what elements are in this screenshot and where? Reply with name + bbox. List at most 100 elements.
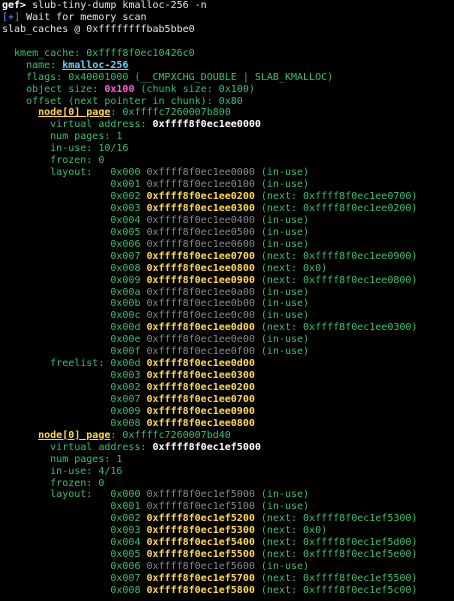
terminal-line: 0x00c 0xffff8f0ec1ee0c00 (in-use) (2, 310, 454, 322)
terminal-line: 0x00e 0xffff8f0ec1ee0e00 (in-use) (2, 334, 454, 346)
terminal-text-segment: frozen: 0 (2, 155, 105, 167)
terminal-text-segment: 0x006 (2, 238, 147, 250)
terminal-text-segment: gef> (2, 0, 33, 11)
terminal-text-segment: (next: 0xffff8f0ec1ee0900) (254, 250, 418, 262)
terminal-line: 0x009 0xffff8f0ec1ee0900 (2, 406, 454, 418)
terminal-text-segment: (next: 0xffff8f0ec1ee0700) (254, 191, 418, 202)
terminal-text-segment: freelist: 0x00d (2, 358, 147, 370)
terminal-text-segment: 0xffff8f0ec1ee0800 (146, 262, 255, 274)
terminal-text-segment: 0x006 (2, 561, 147, 573)
terminal-text-segment: 0x002 (2, 513, 147, 525)
terminal-text-segment: (next: 0x0) (254, 262, 328, 274)
terminal-text-segment: offset (next pointer in chunk): 0x80 (2, 95, 243, 107)
terminal-text-segment: 0xffff8f0ec1ee0c00 (146, 310, 255, 322)
terminal-text-segment: 0x000 (110, 167, 147, 179)
terminal-line: 0x003 0xffff8f0ec1ee0300 (2, 370, 454, 382)
terminal-line: num pages: 1 (2, 454, 454, 466)
terminal-text-segment: 0xffff8f0ec1ef5000 (152, 441, 261, 453)
terminal-text-segment: (next: 0xffff8f0ec1ef5e00) (254, 549, 418, 561)
terminal-line: 0x007 0xffff8f0ec1ef5700 (next: 0xffff8f… (2, 573, 454, 585)
terminal-line: 0x007 0xffff8f0ec1ee0700 (next: 0xffff8f… (2, 251, 454, 263)
terminal-line: num pages: 1 (2, 131, 454, 143)
terminal-line: 0x00b 0xffff8f0ec1ee0b00 (in-use) (2, 298, 454, 310)
terminal-text-segment: 0xffff8f0ec1ee0a00 (146, 286, 255, 298)
terminal-text-segment: name: (2, 59, 63, 71)
terminal-text-segment: num pages: 1 (2, 131, 123, 143)
terminal-text-segment: 0x005 (2, 226, 147, 238)
terminal-text-segment: 0x008 (2, 584, 147, 596)
terminal-text-segment: 0x001 (2, 501, 147, 513)
terminal-output: gef> slub-tiny-dump kmalloc-256 -n [+] Wa… (2, 0, 454, 601)
terminal-line: 0x002 0xffff8f0ec1ef5200 (next: 0xffff8f… (2, 513, 454, 525)
terminal-text-segment: 0xffff8f0ec1ee0d00 (146, 358, 255, 370)
terminal-text-segment: (chunk size: 0x100) (134, 83, 255, 95)
terminal-text-segment: 0x00d (2, 322, 147, 334)
terminal-text-segment: 0x002 (2, 382, 147, 393)
terminal-text-segment: 0x007 (2, 393, 147, 405)
terminal-text-segment: 0xffff8f0ec1ee0000 (146, 167, 255, 179)
terminal-text-segment: 0xffff8f0ec1ee0f00 (146, 346, 255, 358)
terminal-text-segment: 0xffff8f0ec1ee0100 (146, 179, 255, 191)
terminal-text-segment: 0x00f (2, 346, 147, 358)
terminal-text-segment: 0x00b (2, 298, 147, 310)
terminal-line: node[0] page: 0xffffc7260007bd40 (2, 430, 454, 442)
terminal-line: 0x003 0xffff8f0ec1ef5300 (next: 0x0) (2, 525, 454, 537)
terminal-line: 0x004 0xffff8f0ec1ef5400 (next: 0xffff8f… (2, 537, 454, 549)
terminal-text-segment: 0xffff8f0ec1ee0700 (146, 393, 255, 405)
terminal-text-segment: slub-tiny-dump kmalloc-256 -n (32, 0, 207, 11)
terminal-text-segment: 0xffff8f0ec1ee0e00 (146, 334, 255, 346)
terminal-text-segment: layout: (2, 489, 111, 501)
terminal-text-segment: 0x00c (2, 310, 147, 322)
terminal-line: 0x001 0xffff8f0ec1ef5100 (in-use) (2, 501, 454, 513)
terminal-line: frozen: 0 (2, 155, 454, 167)
terminal-text-segment: 0xffff8f0ec1ee0300 (146, 202, 255, 214)
terminal-line: frozen: 0 (2, 478, 454, 490)
terminal-line: in-use: 10/16 (2, 143, 454, 155)
terminal-text-segment: slab_caches @ 0xffffffffbab5bbe0 (2, 23, 195, 35)
terminal-text-segment: virtual address: (2, 119, 153, 131)
terminal-text-segment: (in-use) (254, 179, 310, 191)
terminal-text-segment: 0x100 (104, 83, 135, 95)
terminal-text-segment: (in-use) (254, 238, 310, 250)
terminal-line: 0x002 0xffff8f0ec1ee0200 (2, 382, 454, 394)
terminal-text-segment: 0xffff8f0ec1ef5200 (146, 513, 255, 525)
terminal-line: 0x009 0xffff8f0ec1ee0900 (next: 0xffff8f… (2, 275, 454, 287)
terminal-line: 0x005 0xffff8f0ec1ef5500 (next: 0xffff8f… (2, 549, 454, 561)
terminal-text-segment: (next: 0xffff8f0ec1ef5300) (254, 513, 418, 525)
terminal-text-segment: (in-use) (254, 167, 310, 179)
terminal-text-segment: : 0xffffc7260007b800 (110, 107, 231, 119)
terminal-text-segment: 0x001 (2, 179, 147, 191)
terminal-text-segment: 0x004 (2, 537, 147, 549)
terminal-text-segment: (in-use) (254, 286, 310, 298)
terminal-text-segment: (in-use) (254, 310, 310, 322)
terminal-text-segment: in-use: 10/16 (2, 143, 129, 155)
terminal-text-segment: (in-use) (254, 334, 310, 346)
terminal-line: in-use: 4/16 (2, 466, 454, 478)
terminal-text-segment: 0xffff8f0ec1ee0200 (146, 191, 255, 202)
terminal-text-segment: [+] (2, 11, 21, 23)
terminal-text-segment: node[0] page (38, 107, 111, 119)
terminal-line: 0x005 0xffff8f0ec1ee0500 (in-use) (2, 227, 454, 239)
terminal-text-segment: frozen: 0 (2, 477, 105, 489)
terminal-text-segment: (next: 0xffff8f0ec1ef5d00) (254, 537, 418, 549)
terminal-line: 0x004 0xffff8f0ec1ee0400 (in-use) (2, 215, 454, 227)
terminal-line: [+] Wait for memory scan (2, 12, 454, 24)
terminal-text-segment: 0xffff8f0ec1ee0900 (146, 274, 255, 286)
terminal-text-segment: (next: 0xffff8f0ec1ef5c00) (254, 584, 418, 596)
terminal-line: 0x006 0xffff8f0ec1ee0600 (in-use) (2, 239, 454, 251)
terminal-text-segment: 0xffff8f0ec1ef5000 (146, 489, 255, 501)
terminal-line: gef> slub-tiny-dump kmalloc-256 -n (2, 0, 454, 12)
terminal-text-segment: Wait for memory scan (20, 11, 147, 23)
terminal-text-segment: 0xffff8f0ec1ee0400 (146, 214, 255, 226)
terminal-line: slab_caches @ 0xffffffffbab5bbe0 (2, 24, 454, 36)
terminal-text-segment: 0xffff8f0ec1ef5400 (146, 537, 255, 549)
terminal-line: freelist: 0x00d 0xffff8f0ec1ee0d00 (2, 358, 454, 370)
terminal-text-segment: 0xffff8f0ec1ee0800 (146, 417, 255, 429)
terminal-text-segment: 0xffff8f0ec1ef5300 (146, 525, 255, 537)
terminal-text-segment: num pages: 1 (2, 453, 123, 465)
terminal-text-segment: (next: 0xffff8f0ec1ee0300) (254, 322, 418, 334)
terminal-line: virtual address: 0xffff8f0ec1ee0000 (2, 119, 454, 131)
terminal-text-segment: 0x003 (2, 525, 147, 537)
